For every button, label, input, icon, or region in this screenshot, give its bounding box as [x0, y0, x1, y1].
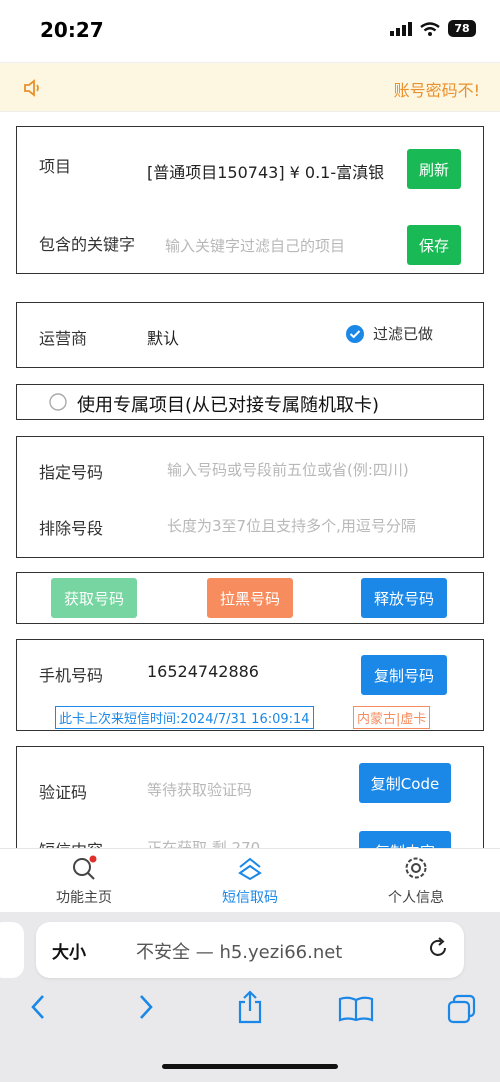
code-input[interactable]: 等待获取验证码: [147, 779, 347, 800]
signal-icon: [390, 21, 412, 36]
reload-icon[interactable]: [426, 936, 450, 960]
tab-profile[interactable]: 个人信息: [356, 855, 476, 907]
reader-size-button[interactable]: 大小: [52, 938, 86, 963]
exclude-label: 排除号段: [39, 519, 104, 538]
release-number-button[interactable]: 释放号码: [361, 578, 447, 618]
copy-sms-button[interactable]: 复制内容: [359, 831, 451, 848]
phone-card: 手机号码 16524742886 复制号码 此卡上次来短信时间:2024/7/3…: [16, 639, 484, 731]
operator-card: 运营商 默认 过滤已做: [16, 302, 484, 368]
actions-card: 获取号码 拉黑号码 释放号码: [16, 572, 484, 624]
get-number-button[interactable]: 获取号码: [51, 578, 137, 618]
tabs-icon[interactable]: [446, 994, 478, 1024]
operator-label: 运营商: [39, 329, 88, 348]
save-button[interactable]: 保存: [407, 225, 461, 265]
numbers-card: 指定号码 输入号码或号段前五位或省(例:四川) 排除号段 长度为3至7位且支持多…: [16, 436, 484, 558]
speaker-icon: [24, 79, 39, 97]
url-text[interactable]: 不安全 — h5.yezi66.net: [136, 938, 342, 964]
region-badge: 内蒙古|虚卡: [353, 706, 431, 729]
copy-code-button[interactable]: 复制Code: [359, 763, 451, 803]
tab-sms[interactable]: 短信取码: [190, 855, 310, 907]
filter-done-label[interactable]: 过滤已做: [373, 323, 433, 344]
operator-value[interactable]: 默认: [147, 325, 179, 349]
status-bar: 20:27 78: [0, 0, 500, 62]
share-icon[interactable]: [236, 990, 264, 1024]
status-icons: 78: [390, 20, 476, 37]
exclusive-label: 使用专属项目(从已对接专属随机取卡): [77, 395, 380, 416]
tab-sms-label: 短信取码: [222, 890, 278, 906]
exclusive-option[interactable]: 使用专属项目(从已对接专属随机取卡): [16, 384, 484, 420]
copy-number-button[interactable]: 复制号码: [361, 655, 447, 695]
gear-icon: [405, 857, 427, 879]
exclude-input[interactable]: 长度为3至7位且支持多个,用逗号分隔: [167, 515, 465, 536]
code-card: 验证码 等待获取验证码 复制Code 短信内容 正在获取,剩 270 复制内容: [16, 746, 484, 848]
blacklist-number-button[interactable]: 拉黑号码: [207, 578, 293, 618]
wifi-icon: [420, 21, 440, 36]
project-card: 项目 [普通项目150743] ¥ 0.1-富滇银 刷新 包含的关键字 输入关键…: [16, 126, 484, 274]
main-content: 项目 [普通项目150743] ¥ 0.1-富滇银 刷新 包含的关键字 输入关键…: [0, 112, 500, 848]
sms-content: 正在获取,剩 270: [147, 839, 261, 848]
notice-bar: 账号密码不!: [0, 62, 500, 112]
address-bar[interactable]: 大小 不安全 — h5.yezi66.net: [36, 922, 464, 978]
back-icon[interactable]: [28, 992, 48, 1022]
phone-value: 16524742886: [147, 662, 259, 681]
previous-tab-card[interactable]: [0, 922, 24, 978]
check-circle-icon[interactable]: [345, 324, 365, 344]
refresh-button[interactable]: 刷新: [407, 149, 461, 189]
forward-icon[interactable]: [136, 992, 156, 1022]
bookmarks-icon[interactable]: [338, 996, 374, 1022]
search-icon: [73, 855, 97, 880]
tab-home-label: 功能主页: [56, 890, 112, 906]
tab-profile-label: 个人信息: [388, 890, 444, 906]
phone-label: 手机号码: [39, 666, 104, 685]
last-sms-time: 此卡上次来短信时间:2024/7/31 16:09:14: [55, 706, 314, 729]
radio-icon[interactable]: [49, 393, 67, 411]
keyword-label: 包含的关键字: [39, 235, 136, 254]
tab-bar: 功能主页 短信取码 个人信息: [0, 848, 500, 912]
notice-text: 账号密码不!: [393, 81, 480, 100]
project-label: 项目: [39, 157, 72, 176]
keyword-input[interactable]: 输入关键字过滤自己的项目: [165, 235, 397, 256]
specify-label: 指定号码: [39, 463, 104, 482]
project-value[interactable]: [普通项目150743] ¥ 0.1-富滇银: [147, 159, 401, 183]
sms-label: 短信内容: [39, 837, 103, 848]
home-icon: [238, 857, 262, 881]
code-label: 验证码: [39, 783, 88, 802]
browser-toolbar: 大小 不安全 — h5.yezi66.net: [0, 912, 500, 1082]
specify-input[interactable]: 输入号码或号段前五位或省(例:四川): [167, 459, 465, 480]
status-time: 20:27: [40, 18, 104, 42]
battery-icon: 78: [448, 20, 476, 37]
home-indicator: [162, 1064, 338, 1069]
tab-home[interactable]: 功能主页: [24, 855, 144, 907]
